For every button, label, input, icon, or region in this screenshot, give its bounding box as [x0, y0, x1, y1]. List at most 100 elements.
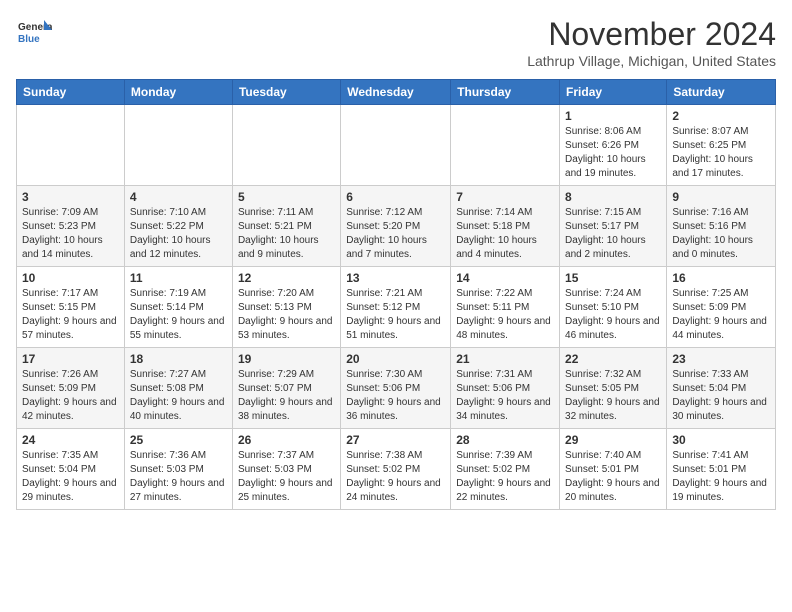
weekday-header-row: SundayMondayTuesdayWednesdayThursdayFrid… [17, 80, 776, 105]
day-info: Sunrise: 7:41 AM Sunset: 5:01 PM Dayligh… [672, 449, 770, 505]
day-info: Sunrise: 7:20 AM Sunset: 5:13 PM Dayligh… [238, 287, 335, 343]
day-number: 14 [456, 271, 554, 285]
day-number: 17 [22, 352, 119, 366]
day-number: 9 [672, 190, 770, 204]
calendar-cell [232, 105, 340, 186]
calendar-body: 1Sunrise: 8:06 AM Sunset: 6:26 PM Daylig… [17, 105, 776, 510]
day-info: Sunrise: 7:22 AM Sunset: 5:11 PM Dayligh… [456, 287, 554, 343]
day-number: 13 [346, 271, 445, 285]
calendar-cell: 1Sunrise: 8:06 AM Sunset: 6:26 PM Daylig… [560, 105, 667, 186]
calendar-cell: 11 Sunrise: 7:19 AM Sunset: 5:14 PM Dayli… [124, 267, 232, 348]
day-number: 21 [456, 352, 554, 366]
title-block: November 2024 Lathrup Village, Michigan,… [527, 16, 776, 69]
svg-text:Blue: Blue [18, 34, 40, 45]
day-number: 5 [238, 190, 335, 204]
day-info: Sunrise: 7:29 AM Sunset: 5:07 PM Dayligh… [238, 368, 335, 424]
calendar-cell: 19 Sunrise: 7:29 AM Sunset: 5:07 PM Dayli… [232, 348, 340, 429]
day-info: Sunrise: 7:30 AM Sunset: 5:06 PM Dayligh… [346, 368, 445, 424]
weekday-header-saturday: Saturday [667, 80, 776, 105]
calendar-cell: 10 Sunrise: 7:17 AM Sunset: 5:15 PM Dayli… [17, 267, 125, 348]
day-info: Sunrise: 8:07 AM Sunset: 6:25 PM Dayligh… [672, 125, 770, 181]
calendar-cell: 9Sunrise: 7:16 AM Sunset: 5:16 PM Daylig… [667, 186, 776, 267]
calendar-cell: 12 Sunrise: 7:20 AM Sunset: 5:13 PM Dayli… [232, 267, 340, 348]
calendar-cell: 7 Sunrise: 7:14 AM Sunset: 5:18 PM Daylig… [451, 186, 560, 267]
day-info: Sunrise: 7:32 AM Sunset: 5:05 PM Dayligh… [565, 368, 661, 424]
day-info: Sunrise: 7:38 AM Sunset: 5:02 PM Dayligh… [346, 449, 445, 505]
day-number: 25 [130, 433, 227, 447]
weekday-header-monday: Monday [124, 80, 232, 105]
calendar-cell: 2 Sunrise: 8:07 AM Sunset: 6:25 PM Daylig… [667, 105, 776, 186]
calendar-cell [124, 105, 232, 186]
calendar-cell: 30 Sunrise: 7:41 AM Sunset: 5:01 PM Dayli… [667, 429, 776, 510]
day-number: 10 [22, 271, 119, 285]
calendar-header: SundayMondayTuesdayWednesdayThursdayFrid… [17, 80, 776, 105]
calendar-cell: 3 Sunrise: 7:09 AM Sunset: 5:23 PM Daylig… [17, 186, 125, 267]
calendar-cell: 20Sunrise: 7:30 AM Sunset: 5:06 PM Dayli… [341, 348, 451, 429]
calendar-cell [341, 105, 451, 186]
day-info: Sunrise: 7:24 AM Sunset: 5:10 PM Dayligh… [565, 287, 661, 343]
day-number: 2 [672, 109, 770, 123]
calendar-cell: 4 Sunrise: 7:10 AM Sunset: 5:22 PM Daylig… [124, 186, 232, 267]
day-number: 12 [238, 271, 335, 285]
day-info: Sunrise: 7:15 AM Sunset: 5:17 PM Dayligh… [565, 206, 661, 262]
day-info: Sunrise: 7:33 AM Sunset: 5:04 PM Dayligh… [672, 368, 770, 424]
day-number: 23 [672, 352, 770, 366]
weekday-header-sunday: Sunday [17, 80, 125, 105]
day-number: 30 [672, 433, 770, 447]
day-info: Sunrise: 7:21 AM Sunset: 5:12 PM Dayligh… [346, 287, 445, 343]
day-info: Sunrise: 7:36 AM Sunset: 5:03 PM Dayligh… [130, 449, 227, 505]
day-number: 19 [238, 352, 335, 366]
day-number: 29 [565, 433, 661, 447]
day-number: 11 [130, 271, 227, 285]
day-info: Sunrise: 7:40 AM Sunset: 5:01 PM Dayligh… [565, 449, 661, 505]
calendar-cell: 27 Sunrise: 7:38 AM Sunset: 5:02 PM Dayli… [341, 429, 451, 510]
day-info: Sunrise: 7:27 AM Sunset: 5:08 PM Dayligh… [130, 368, 227, 424]
calendar-week-5: 24 Sunrise: 7:35 AM Sunset: 5:04 PM Dayli… [17, 429, 776, 510]
day-number: 8 [565, 190, 661, 204]
weekday-header-wednesday: Wednesday [341, 80, 451, 105]
day-number: 3 [22, 190, 119, 204]
day-number: 27 [346, 433, 445, 447]
calendar-cell: 23 Sunrise: 7:33 AM Sunset: 5:04 PM Dayli… [667, 348, 776, 429]
day-number: 4 [130, 190, 227, 204]
day-number: 24 [22, 433, 119, 447]
day-number: 22 [565, 352, 661, 366]
day-number: 16 [672, 271, 770, 285]
weekday-header-friday: Friday [560, 80, 667, 105]
calendar-cell: 28 Sunrise: 7:39 AM Sunset: 5:02 PM Dayli… [451, 429, 560, 510]
day-info: Sunrise: 7:25 AM Sunset: 5:09 PM Dayligh… [672, 287, 770, 343]
day-info: Sunrise: 7:26 AM Sunset: 5:09 PM Dayligh… [22, 368, 119, 424]
calendar-cell: 24 Sunrise: 7:35 AM Sunset: 5:04 PM Dayli… [17, 429, 125, 510]
month-title: November 2024 [527, 16, 776, 53]
day-info: Sunrise: 7:11 AM Sunset: 5:21 PM Dayligh… [238, 206, 335, 262]
day-info: Sunrise: 7:10 AM Sunset: 5:22 PM Dayligh… [130, 206, 227, 262]
day-info: Sunrise: 7:39 AM Sunset: 5:02 PM Dayligh… [456, 449, 554, 505]
location-title: Lathrup Village, Michigan, United States [527, 53, 776, 69]
calendar-cell: 25 Sunrise: 7:36 AM Sunset: 5:03 PM Dayli… [124, 429, 232, 510]
day-info: Sunrise: 7:17 AM Sunset: 5:15 PM Dayligh… [22, 287, 119, 343]
calendar-week-3: 10 Sunrise: 7:17 AM Sunset: 5:15 PM Dayli… [17, 267, 776, 348]
calendar-cell: 5 Sunrise: 7:11 AM Sunset: 5:21 PM Daylig… [232, 186, 340, 267]
day-number: 15 [565, 271, 661, 285]
logo: General Blue [16, 16, 52, 52]
day-info: Sunrise: 7:35 AM Sunset: 5:04 PM Dayligh… [22, 449, 119, 505]
day-info: Sunrise: 8:06 AM Sunset: 6:26 PM Dayligh… [565, 125, 661, 181]
calendar-cell: 15 Sunrise: 7:24 AM Sunset: 5:10 PM Dayli… [560, 267, 667, 348]
calendar-cell [17, 105, 125, 186]
day-info: Sunrise: 7:37 AM Sunset: 5:03 PM Dayligh… [238, 449, 335, 505]
day-info: Sunrise: 7:09 AM Sunset: 5:23 PM Dayligh… [22, 206, 119, 262]
day-number: 7 [456, 190, 554, 204]
calendar-cell: 22 Sunrise: 7:32 AM Sunset: 5:05 PM Dayli… [560, 348, 667, 429]
day-info: Sunrise: 7:19 AM Sunset: 5:14 PM Dayligh… [130, 287, 227, 343]
calendar-cell: 13 Sunrise: 7:21 AM Sunset: 5:12 PM Dayli… [341, 267, 451, 348]
day-number: 6 [346, 190, 445, 204]
calendar-cell: 21 Sunrise: 7:31 AM Sunset: 5:06 PM Dayli… [451, 348, 560, 429]
calendar-cell: 26Sunrise: 7:37 AM Sunset: 5:03 PM Dayli… [232, 429, 340, 510]
calendar-cell: 16 Sunrise: 7:25 AM Sunset: 5:09 PM Dayli… [667, 267, 776, 348]
day-number: 18 [130, 352, 227, 366]
day-info: Sunrise: 7:14 AM Sunset: 5:18 PM Dayligh… [456, 206, 554, 262]
calendar-cell: 6Sunrise: 7:12 AM Sunset: 5:20 PM Daylig… [341, 186, 451, 267]
calendar-cell [451, 105, 560, 186]
day-info: Sunrise: 7:31 AM Sunset: 5:06 PM Dayligh… [456, 368, 554, 424]
day-number: 28 [456, 433, 554, 447]
